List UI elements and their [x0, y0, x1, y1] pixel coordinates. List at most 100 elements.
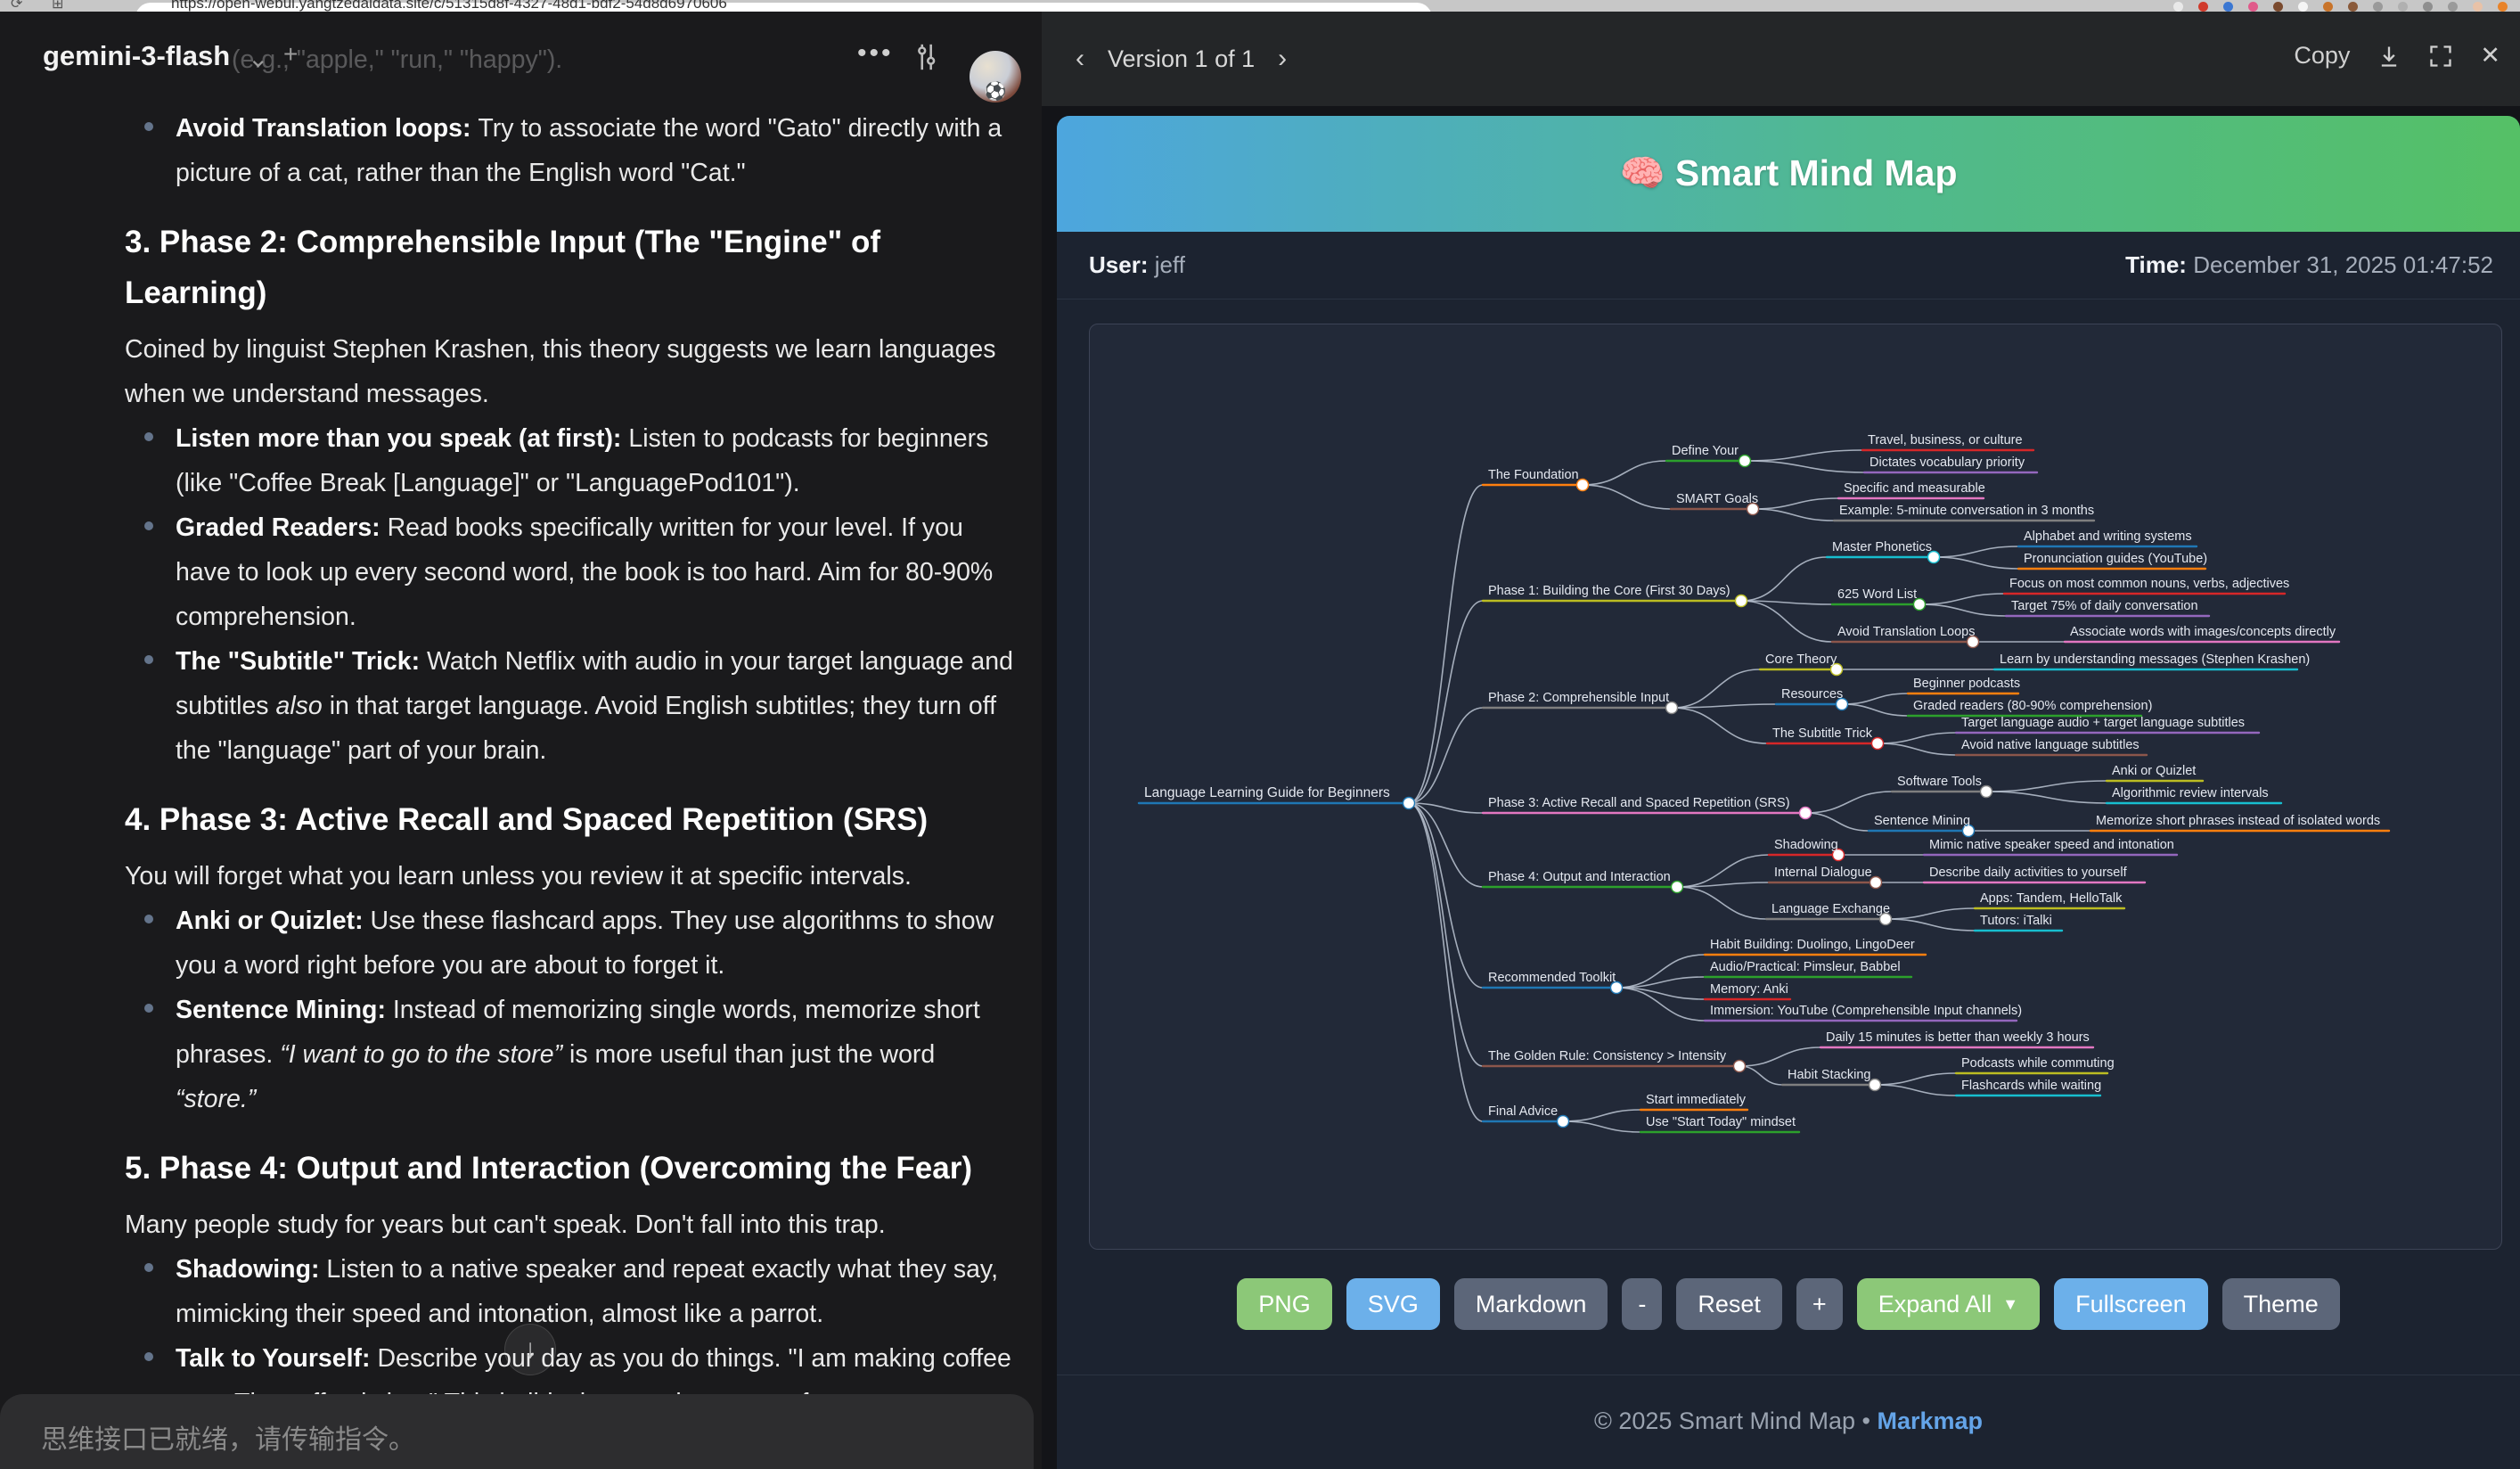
mindmap-header: 🧠 Smart Mind Map	[1057, 116, 2520, 232]
bullet-item: Sentence Mining: Instead of memorizing s…	[125, 988, 1017, 1121]
mindmap-link	[1886, 919, 1975, 931]
mindmap-node-label: Memory: Anki	[1710, 982, 1788, 997]
mindmap-node-circle[interactable]	[1672, 882, 1683, 893]
fullscreen-button[interactable]: Fullscreen	[2054, 1278, 2208, 1330]
mindmap-node-label: Apps: Tandem, HelloTalk	[1980, 891, 2123, 906]
mindmap-node-label: Sentence Mining	[1874, 814, 1970, 828]
mindmap-node-circle[interactable]	[1403, 798, 1415, 809]
mindmap-node-label: Habit Building: Duolingo, LingoDeer	[1710, 938, 1915, 952]
new-chat-button[interactable]: +	[283, 40, 298, 69]
extension-icon[interactable]	[2173, 2, 2183, 12]
mindmap-node-label: Phase 1: Building the Core (First 30 Day…	[1488, 584, 1730, 598]
reload-icon[interactable]: ⟳	[11, 0, 22, 12]
mindmap-node-label: Specific and measurable	[1844, 481, 1985, 496]
mindmap-node-circle[interactable]	[1800, 808, 1812, 819]
chat-input[interactable]: 思维接口已就绪，请传输指令。	[0, 1394, 1034, 1469]
mindmap-link	[1672, 708, 1767, 743]
mindmap-node-label: Learn by understanding messages (Stephen…	[2000, 652, 2310, 667]
footer-text: © 2025 Smart Mind Map • Markmap	[1057, 1407, 2520, 1435]
mindmap-node-label: Master Phonetics	[1832, 540, 1932, 554]
extension-icon[interactable]	[2498, 2, 2508, 12]
mindmap-link	[1616, 988, 1705, 1021]
bullet-dot	[144, 1263, 153, 1272]
mindmap-node-label: Tutors: iTalki	[1980, 914, 2052, 928]
mindmap-node-label: Language Learning Guide for Beginners	[1144, 785, 1390, 800]
mindmap-node-circle[interactable]	[1736, 595, 1747, 607]
extension-icons[interactable]	[2173, 1, 2508, 12]
markdown-button[interactable]: Markdown	[1454, 1278, 1608, 1330]
extension-icon[interactable]	[2198, 2, 2208, 12]
mindmap-link	[1741, 557, 1827, 601]
mindmap-node-circle[interactable]	[1558, 1116, 1569, 1128]
mindmap-node-label: Graded readers (80-90% comprehension)	[1913, 699, 2152, 713]
extension-icon[interactable]	[2373, 2, 2383, 12]
fullscreen-icon[interactable]	[2428, 44, 2453, 69]
zoom-button[interactable]: -	[1622, 1278, 1662, 1330]
controls-sliders-icon[interactable]	[911, 42, 941, 72]
extension-icon[interactable]	[2298, 2, 2308, 12]
address-bar[interactable]: https://open-webui.yangtzedaidata.site/c…	[135, 3, 1432, 12]
chat-message: Avoid Translation loops: Try to associat…	[0, 101, 1042, 1469]
extension-icon[interactable]	[2248, 2, 2258, 12]
tab-grid-icon[interactable]: ⊞	[52, 0, 63, 12]
chat-panel: Avoid Translation loops: Try to associat…	[0, 12, 1042, 1469]
reset-button[interactable]: Reset	[1676, 1278, 1782, 1330]
extension-icon[interactable]	[2323, 2, 2333, 12]
mindmap-node-circle[interactable]	[1981, 786, 1992, 798]
mindmap-link	[1583, 461, 1666, 485]
bullet-item: The "Subtitle" Trick: Watch Netflix with…	[125, 639, 1017, 773]
mindmap-node-label: Use "Start Today" mindset	[1646, 1115, 1796, 1129]
mindmap-node-label: Phase 2: Comprehensible Input	[1488, 691, 1669, 705]
mindmap-link	[1672, 669, 1760, 708]
expand-all-button[interactable]: Expand All▼	[1857, 1278, 2040, 1330]
extension-icon[interactable]	[2448, 2, 2458, 12]
app-window: ⟳ ⊞ https://open-webui.yangtzedaidata.si…	[0, 0, 2520, 1469]
prev-version-button[interactable]: ‹	[1076, 44, 1084, 74]
section-heading: 4. Phase 3: Active Recall and Spaced Rep…	[125, 794, 1017, 845]
extension-icon[interactable]	[2273, 2, 2283, 12]
zoom-button[interactable]: +	[1796, 1278, 1843, 1330]
close-icon[interactable]: ✕	[2480, 42, 2500, 70]
theme-button[interactable]: Theme	[2222, 1278, 2340, 1330]
mindmap-link	[1409, 803, 1483, 1066]
mindmap-link	[1875, 1073, 1956, 1085]
user-avatar[interactable]: ⚽	[970, 51, 1021, 103]
scroll-to-bottom-button[interactable]: ↓	[504, 1324, 556, 1375]
url-text: https://open-webui.yangtzedaidata.site/c…	[171, 0, 727, 12]
mindmap-canvas[interactable]: Language Learning Guide for BeginnersThe…	[1089, 324, 2502, 1250]
more-menu-icon[interactable]: •••	[857, 38, 894, 69]
mindmap-node-label: Mimic native speaker speed and intonatio…	[1929, 838, 2174, 852]
section-heading: 5. Phase 4: Output and Interaction (Over…	[125, 1143, 1017, 1194]
mindmap-node-circle[interactable]	[1739, 455, 1751, 467]
extension-icon[interactable]	[2473, 2, 2483, 12]
extension-icon[interactable]	[2398, 2, 2408, 12]
mindmap-node-label: Immersion: YouTube (Comprehensible Input…	[1710, 1004, 2022, 1018]
svg-button[interactable]: SVG	[1346, 1278, 1440, 1330]
mindmap-link	[1741, 601, 1832, 642]
next-version-button[interactable]: ›	[1278, 44, 1287, 74]
mindmap-link	[1919, 594, 2004, 604]
mindmap-link	[1745, 461, 1864, 472]
mindmap-card: 🧠 Smart Mind Map User: jeff Time: Decemb…	[1057, 116, 2520, 1469]
mindmap-link	[1583, 485, 1671, 509]
model-selector[interactable]: gemini-3-flash	[43, 40, 230, 72]
png-button[interactable]: PNG	[1237, 1278, 1332, 1330]
mindmap-link	[1563, 1110, 1640, 1121]
markmap-link[interactable]: Markmap	[1877, 1407, 1983, 1434]
mindmap-node-circle[interactable]	[1872, 738, 1884, 750]
mindmap-link	[1934, 557, 2018, 569]
mindmap-node-label: Recommended Toolkit	[1488, 971, 1616, 985]
mindmap-node-label: Memorize short phrases instead of isolat…	[2096, 814, 2380, 828]
mindmap-node-circle[interactable]	[1734, 1061, 1746, 1072]
extension-icon[interactable]	[2223, 2, 2233, 12]
chevron-down-icon[interactable]: ⌄	[248, 44, 268, 73]
section-heading: 3. Phase 2: Comprehensible Input (The "E…	[125, 217, 1017, 318]
bullet-dot	[144, 655, 153, 664]
extension-icon[interactable]	[2423, 2, 2433, 12]
extension-icon[interactable]	[2348, 2, 2358, 12]
mindmap-node-label: Associate words with images/concepts dir…	[2070, 625, 2336, 639]
mindmap-node-label: Flashcards while waiting	[1961, 1079, 2101, 1093]
download-icon[interactable]	[2377, 44, 2401, 69]
copy-button[interactable]: Copy	[2294, 42, 2350, 70]
mindmap-link	[1986, 781, 2107, 792]
